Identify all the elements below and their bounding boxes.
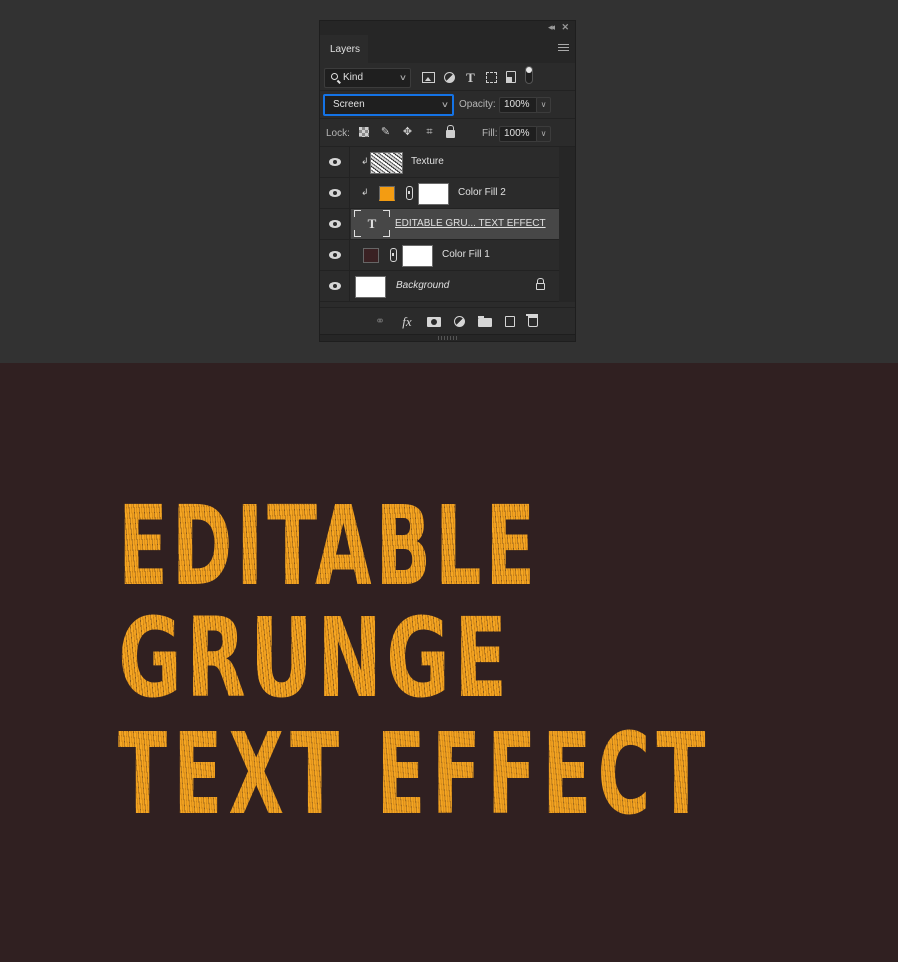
smart-object-filter-icon[interactable]: [506, 71, 516, 83]
image-filter-icon[interactable]: [422, 71, 435, 83]
opacity-dropdown-button[interactable]: ∨: [536, 97, 551, 113]
panel-title-bar[interactable]: ◂◂ ✕: [320, 21, 575, 35]
opacity-label: Opacity:: [459, 99, 496, 110]
canvas-text-line-3: TEXT EFFECT: [118, 708, 712, 840]
text-layer-thumbnail: T: [354, 210, 390, 237]
double-chevron-left-icon[interactable]: ◂◂: [548, 22, 555, 33]
delete-layer-icon[interactable]: [526, 314, 538, 327]
layer-row-background[interactable]: Background: [320, 271, 559, 302]
panel-resize-grip[interactable]: [320, 334, 575, 341]
search-icon: [331, 73, 338, 80]
canvas-text-line-2: GRUNGE: [118, 593, 512, 723]
panel-footer: ⚭ fx: [320, 307, 575, 335]
layer-mask-thumbnail: [402, 245, 433, 267]
blend-mode-select[interactable]: Screen ∨: [323, 94, 454, 116]
shape-filter-icon[interactable]: [486, 71, 497, 83]
layer-name: Color Fill 2: [458, 187, 506, 198]
lock-all-icon[interactable]: [446, 125, 455, 138]
add-mask-icon[interactable]: [427, 316, 441, 327]
tab-layers[interactable]: Layers: [320, 35, 368, 63]
eye-icon[interactable]: [329, 251, 341, 259]
lock-image-pixels-icon[interactable]: ✎: [380, 127, 391, 138]
layer-name: Background: [396, 280, 450, 291]
layers-panel: ◂◂ ✕ Layers Kind ∨ T Screen ∨ Opacity: 1…: [319, 20, 576, 342]
layers-scrollbar[interactable]: [559, 147, 575, 302]
layers-list: ↲ Texture ↲ Color Fill 2 T EDITABLE GRU.…: [320, 147, 575, 302]
clipping-arrow-icon: ↲: [361, 156, 369, 166]
chevron-down-icon: ∨: [398, 73, 408, 82]
fill-dropdown-button[interactable]: ∨: [536, 126, 551, 142]
layer-name: Color Fill 1: [442, 249, 490, 260]
lock-artboard-icon[interactable]: ⌗: [424, 127, 435, 138]
fx-icon[interactable]: fx: [400, 315, 414, 328]
eye-icon[interactable]: [329, 189, 341, 197]
layer-thumbnail: [370, 152, 403, 174]
eye-icon[interactable]: [329, 220, 341, 228]
panel-tab-bar: Layers: [320, 35, 575, 63]
link-chain-icon[interactable]: [406, 186, 413, 200]
hamburger-menu-icon[interactable]: [558, 44, 569, 52]
lock-icon[interactable]: [536, 278, 545, 290]
link-layers-icon[interactable]: ⚭: [373, 315, 387, 328]
layer-row-texture[interactable]: ↲ Texture: [320, 147, 559, 178]
fill-field[interactable]: 100%: [499, 126, 538, 142]
lock-transparent-pixels-icon[interactable]: [359, 127, 369, 137]
eye-icon[interactable]: [329, 282, 341, 290]
type-icon: T: [367, 216, 377, 231]
layer-name: Texture: [411, 156, 444, 167]
lock-position-icon[interactable]: ✥: [402, 127, 413, 138]
fill-color-swatch[interactable]: [379, 186, 395, 201]
canvas-text-line-1: EDITABLE: [118, 481, 539, 611]
layer-thumbnail: [355, 276, 386, 298]
filter-toggle-icon[interactable]: [525, 66, 533, 84]
lock-row: Lock: ✎ ✥ ⌗ Fill: 100% ∨: [320, 119, 575, 147]
close-icon[interactable]: ✕: [561, 22, 569, 33]
blend-mode-value: Screen: [333, 99, 365, 110]
chevron-down-icon: ∨: [440, 100, 450, 109]
eye-icon[interactable]: [329, 158, 341, 166]
link-chain-icon[interactable]: [390, 248, 397, 262]
blend-row: Screen ∨ Opacity: 100% ∨: [320, 91, 575, 119]
layer-row-color-fill-1[interactable]: Color Fill 1: [320, 240, 559, 271]
layer-name: EDITABLE GRU... TEXT EFFECT: [395, 218, 546, 229]
filter-row: Kind ∨ T: [320, 63, 575, 91]
fill-color-swatch[interactable]: [363, 248, 379, 263]
new-adjustment-layer-icon[interactable]: [454, 316, 465, 327]
clipping-arrow-icon: ↲: [361, 187, 369, 197]
lock-label: Lock:: [326, 128, 350, 139]
layer-mask-thumbnail: [418, 183, 449, 205]
opacity-field[interactable]: 100%: [499, 97, 538, 113]
layer-row-color-fill-2[interactable]: ↲ Color Fill 2: [320, 178, 559, 209]
new-layer-icon[interactable]: [505, 316, 515, 327]
new-group-icon[interactable]: [478, 316, 492, 327]
adjustment-filter-icon[interactable]: [444, 71, 455, 83]
layer-row-text[interactable]: T EDITABLE GRU... TEXT EFFECT: [320, 209, 559, 240]
type-filter-icon[interactable]: T: [464, 71, 477, 84]
kind-label: Kind: [343, 72, 364, 83]
filter-kind-select[interactable]: Kind ∨: [324, 68, 411, 88]
fill-label: Fill:: [482, 128, 498, 139]
